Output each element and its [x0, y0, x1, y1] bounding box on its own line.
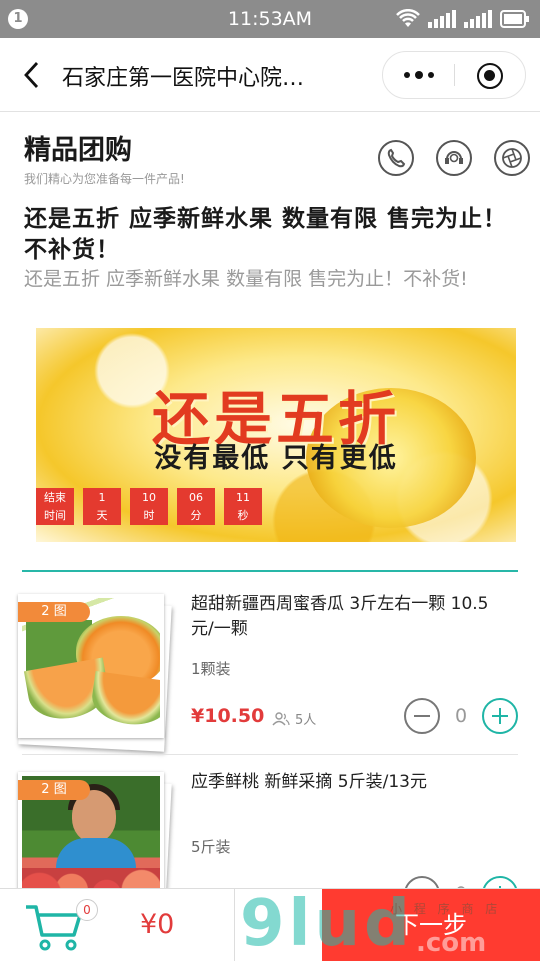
wifi-icon — [396, 9, 420, 27]
product-spec: 5斤装 — [191, 838, 231, 856]
mini-program-capsule — [382, 51, 526, 99]
section-subtitle: 我们精心为您准备每一件产品! — [24, 172, 185, 186]
system-icons — [396, 9, 530, 29]
contact-icons — [378, 140, 530, 176]
phone-icon[interactable] — [378, 140, 414, 176]
countdown-seconds: 11 秒 — [224, 488, 262, 525]
dot-icon — [404, 72, 410, 78]
aperture-icon[interactable] — [494, 140, 530, 176]
countdown-days: 1天 — [83, 488, 121, 525]
shopping-cart-icon — [26, 905, 82, 951]
product-spec: 1颗装 — [191, 660, 231, 678]
banner-slogan: 没有最低 只有更低 — [154, 443, 398, 474]
countdown-timer: 结束 时间 1天 10 时 06 分 11 秒 — [36, 488, 262, 525]
buyer-count-text: 5人 — [295, 713, 317, 728]
buyer-count: 5人 — [272, 709, 316, 728]
section-header: 精品团购 我们精心为您准备每一件产品! — [24, 128, 185, 187]
image-count-tag: 2 图 — [18, 602, 90, 622]
promo-subline: 还是五折 应季新鲜水果 数量有限 售完为止！不补货! — [24, 268, 468, 290]
decrease-quantity-button[interactable] — [404, 698, 440, 734]
close-mini-program-icon[interactable] — [477, 63, 503, 89]
signal-1-icon — [428, 10, 456, 28]
countdown-minutes: 06 分 — [177, 488, 215, 525]
users-icon — [272, 711, 290, 725]
status-bar: 1 11:53AM — [0, 0, 540, 38]
cart-count-badge: 0 — [76, 899, 98, 921]
capsule-divider — [454, 64, 455, 86]
product-divider — [22, 754, 518, 755]
product-name[interactable]: 应季鲜桃 新鲜采摘 5斤装/13元 — [191, 770, 491, 795]
footer-divider — [234, 889, 235, 961]
quantity-stepper: 0 — [404, 698, 518, 734]
product-price: ¥10.50 — [191, 705, 265, 727]
checkout-bar: 0 ¥0 下一步 — [0, 888, 540, 961]
dot-icon — [428, 72, 434, 78]
section-divider — [22, 570, 518, 572]
more-menu-button[interactable] — [383, 52, 455, 98]
countdown-label: 结束 时间 — [36, 488, 74, 525]
next-step-button[interactable]: 下一步 — [322, 889, 540, 961]
image-count-tag: 2 图 — [18, 780, 90, 800]
quantity-value: 0 — [454, 705, 468, 727]
melon-slice — [89, 670, 160, 730]
product-name[interactable]: 超甜新疆西周蜜香瓜 3斤左右一颗 10.5元/一颗 — [191, 592, 491, 642]
page-title: 石家庄第一医院中心院… — [62, 66, 305, 91]
section-title: 精品团购 — [24, 135, 132, 166]
signal-2-icon — [464, 10, 492, 28]
countdown-hours: 10 时 — [130, 488, 168, 525]
product-thumbnail[interactable]: 2 图 — [18, 594, 172, 752]
back-arrow-icon[interactable] — [18, 60, 48, 90]
cart-button[interactable]: 0 — [24, 899, 98, 953]
customer-service-icon[interactable] — [436, 140, 472, 176]
navigation-bar: 石家庄第一医院中心院… — [0, 38, 540, 112]
promo-headline: 还是五折 应季新鲜水果 数量有限 售完为止！不补货！ — [24, 206, 508, 263]
battery-icon — [500, 10, 529, 28]
cart-total: ¥0 — [140, 909, 175, 940]
increase-quantity-button[interactable] — [482, 698, 518, 734]
promo-banner[interactable]: 还是五折 没有最低 只有更低 结束 时间 1天 10 时 06 分 11 秒 — [36, 328, 516, 542]
dot-icon — [415, 71, 423, 79]
